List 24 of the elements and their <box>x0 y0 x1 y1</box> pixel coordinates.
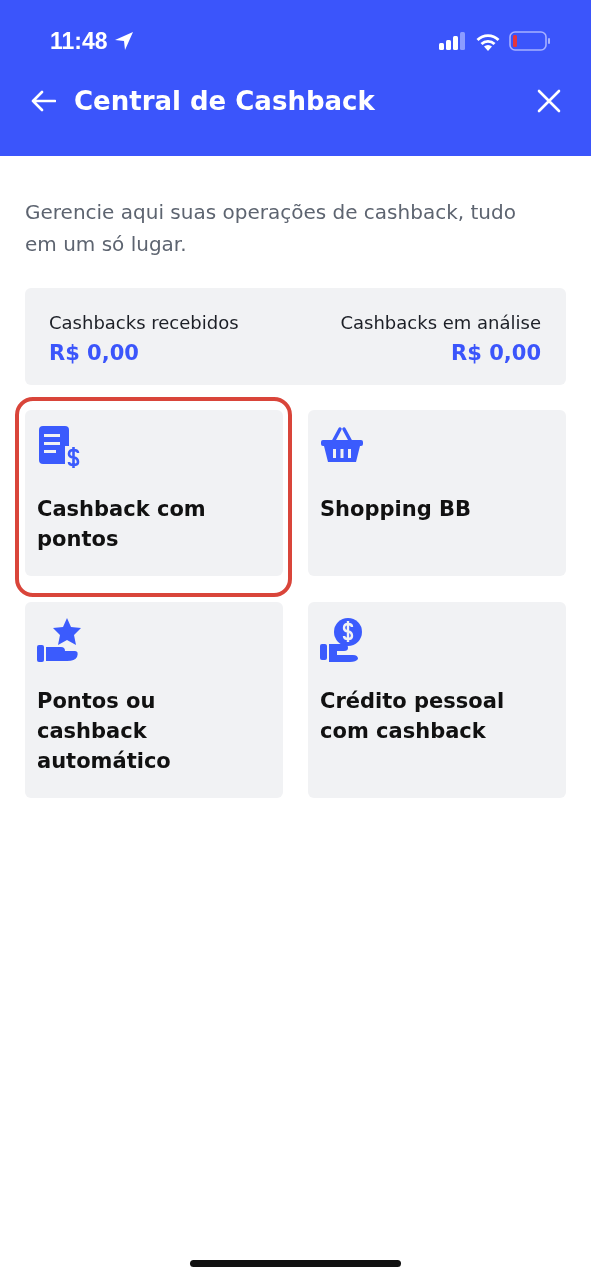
summary-amount: R$ 0,00 <box>49 341 140 365</box>
summary-amount: R$ 0,00 <box>451 341 541 365</box>
back-arrow-icon[interactable] <box>30 90 56 112</box>
signal-icon <box>439 32 467 50</box>
card-label: Shopping BB <box>320 496 473 523</box>
battery-icon <box>509 31 551 51</box>
menu-card[interactable]: Crédito pessoal com cashback <box>308 602 566 798</box>
menu-card[interactable]: Shopping BB <box>308 410 566 576</box>
card-label: Crédito pessoal com cashback <box>320 688 506 745</box>
wifi-icon <box>475 31 501 51</box>
hand-star-icon <box>37 618 81 662</box>
close-icon[interactable] <box>537 89 561 113</box>
hand-coin-icon <box>320 618 364 662</box>
document-dollar-icon <box>37 426 81 470</box>
screen-title: Central de Cashback <box>74 86 376 116</box>
summary-label: Cashbacks em análise <box>340 312 541 333</box>
status-time: 11:48 <box>50 27 108 55</box>
card-label: Cashback com pontos <box>37 496 207 553</box>
card-label: Pontos ou cashback automático <box>37 688 172 775</box>
location-arrow-icon <box>113 31 134 51</box>
menu-card[interactable]: Pontos ou cashback automático <box>25 602 283 798</box>
menu-card[interactable]: Cashback com pontos <box>25 410 283 576</box>
intro-text: Gerencie aqui suas operações de cashback, tudo em um só lugar. <box>25 199 517 258</box>
summary-label: Cashbacks recebidos <box>49 312 239 333</box>
